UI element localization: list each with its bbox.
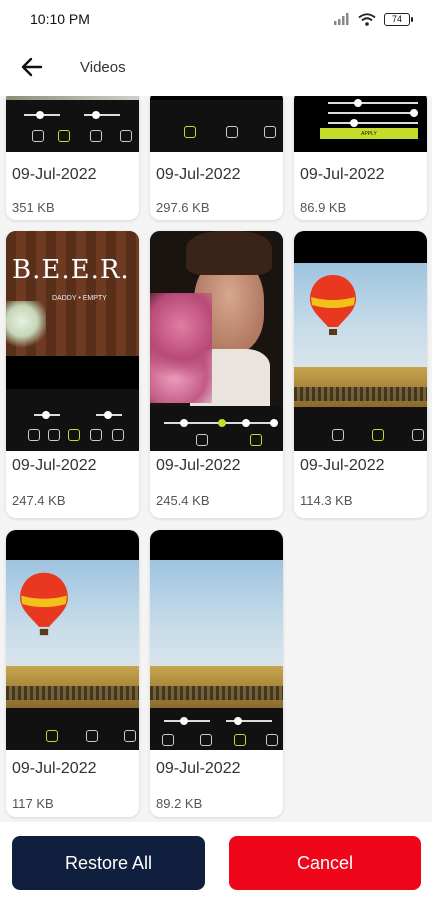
- bottom-action-bar: Restore All Cancel: [0, 822, 432, 900]
- arrow-left-icon: [21, 57, 43, 77]
- video-date: 09-Jul-2022: [156, 760, 241, 777]
- app-bar: Videos: [0, 38, 432, 96]
- signal-icon: [334, 13, 349, 25]
- video-card[interactable]: 09-Jul-2022 351 KB: [6, 96, 139, 220]
- video-date: 09-Jul-2022: [156, 457, 241, 474]
- video-date: 09-Jul-2022: [300, 166, 385, 183]
- apply-button: APPLY: [320, 128, 418, 139]
- back-button[interactable]: [0, 38, 64, 96]
- cancel-button[interactable]: Cancel: [229, 836, 421, 890]
- status-icons: 74: [334, 12, 413, 26]
- video-date: 09-Jul-2022: [12, 760, 97, 777]
- video-thumbnail: [150, 530, 283, 750]
- battery-icon: 74: [384, 12, 413, 26]
- video-card[interactable]: B.E.E.R. DADDY • EMPTY 09-Jul-2022 247.4…: [6, 231, 139, 518]
- video-card[interactable]: 09-Jul-2022 89.2 KB: [150, 530, 283, 817]
- video-card[interactable]: APPLY 09-Jul-2022 86.9 KB: [294, 96, 427, 220]
- video-date: 09-Jul-2022: [12, 166, 97, 183]
- video-date: 09-Jul-2022: [12, 457, 97, 474]
- video-thumbnail: APPLY: [294, 96, 427, 152]
- video-size: 117 KB: [12, 796, 54, 811]
- video-grid[interactable]: 09-Jul-2022 351 KB 09-Jul-2022 297.6 KB …: [0, 96, 432, 822]
- video-size: 89.2 KB: [156, 796, 203, 811]
- video-size: 245.4 KB: [156, 493, 210, 508]
- beer-subtitle: DADDY • EMPTY: [52, 295, 107, 302]
- status-bar: 10:10 PM 74: [0, 0, 432, 38]
- video-size: 114.3 KB: [300, 493, 353, 508]
- video-thumbnail: [150, 96, 283, 152]
- hot-air-balloon-icon: [310, 275, 356, 335]
- video-card[interactable]: 09-Jul-2022 245.4 KB: [150, 231, 283, 518]
- video-size: 247.4 KB: [12, 493, 66, 508]
- page-title: Videos: [80, 58, 126, 76]
- restore-all-button[interactable]: Restore All: [12, 836, 205, 890]
- video-size: 297.6 KB: [156, 200, 210, 215]
- status-time: 10:10 PM: [30, 11, 90, 27]
- video-date: 09-Jul-2022: [300, 457, 385, 474]
- screen: 10:10 PM 74 Videos 09-Jul-2022 351 KB 09…: [0, 0, 432, 900]
- video-size: 351 KB: [12, 200, 55, 215]
- hot-air-balloon-icon: [20, 572, 68, 636]
- video-card[interactable]: 09-Jul-2022 117 KB: [6, 530, 139, 817]
- video-thumbnail: [6, 530, 139, 750]
- video-thumbnail: B.E.E.R. DADDY • EMPTY: [6, 231, 139, 451]
- video-date: 09-Jul-2022: [156, 166, 241, 183]
- video-thumbnail: [294, 231, 427, 451]
- beer-title: B.E.E.R.: [12, 255, 130, 285]
- video-size: 86.9 KB: [300, 200, 347, 215]
- battery-level: 74: [391, 14, 402, 24]
- video-thumbnail: [6, 96, 139, 152]
- video-thumbnail: [150, 231, 283, 451]
- video-card[interactable]: 09-Jul-2022 297.6 KB: [150, 96, 283, 220]
- wifi-icon: [358, 12, 376, 26]
- video-card[interactable]: 09-Jul-2022 114.3 KB: [294, 231, 427, 518]
